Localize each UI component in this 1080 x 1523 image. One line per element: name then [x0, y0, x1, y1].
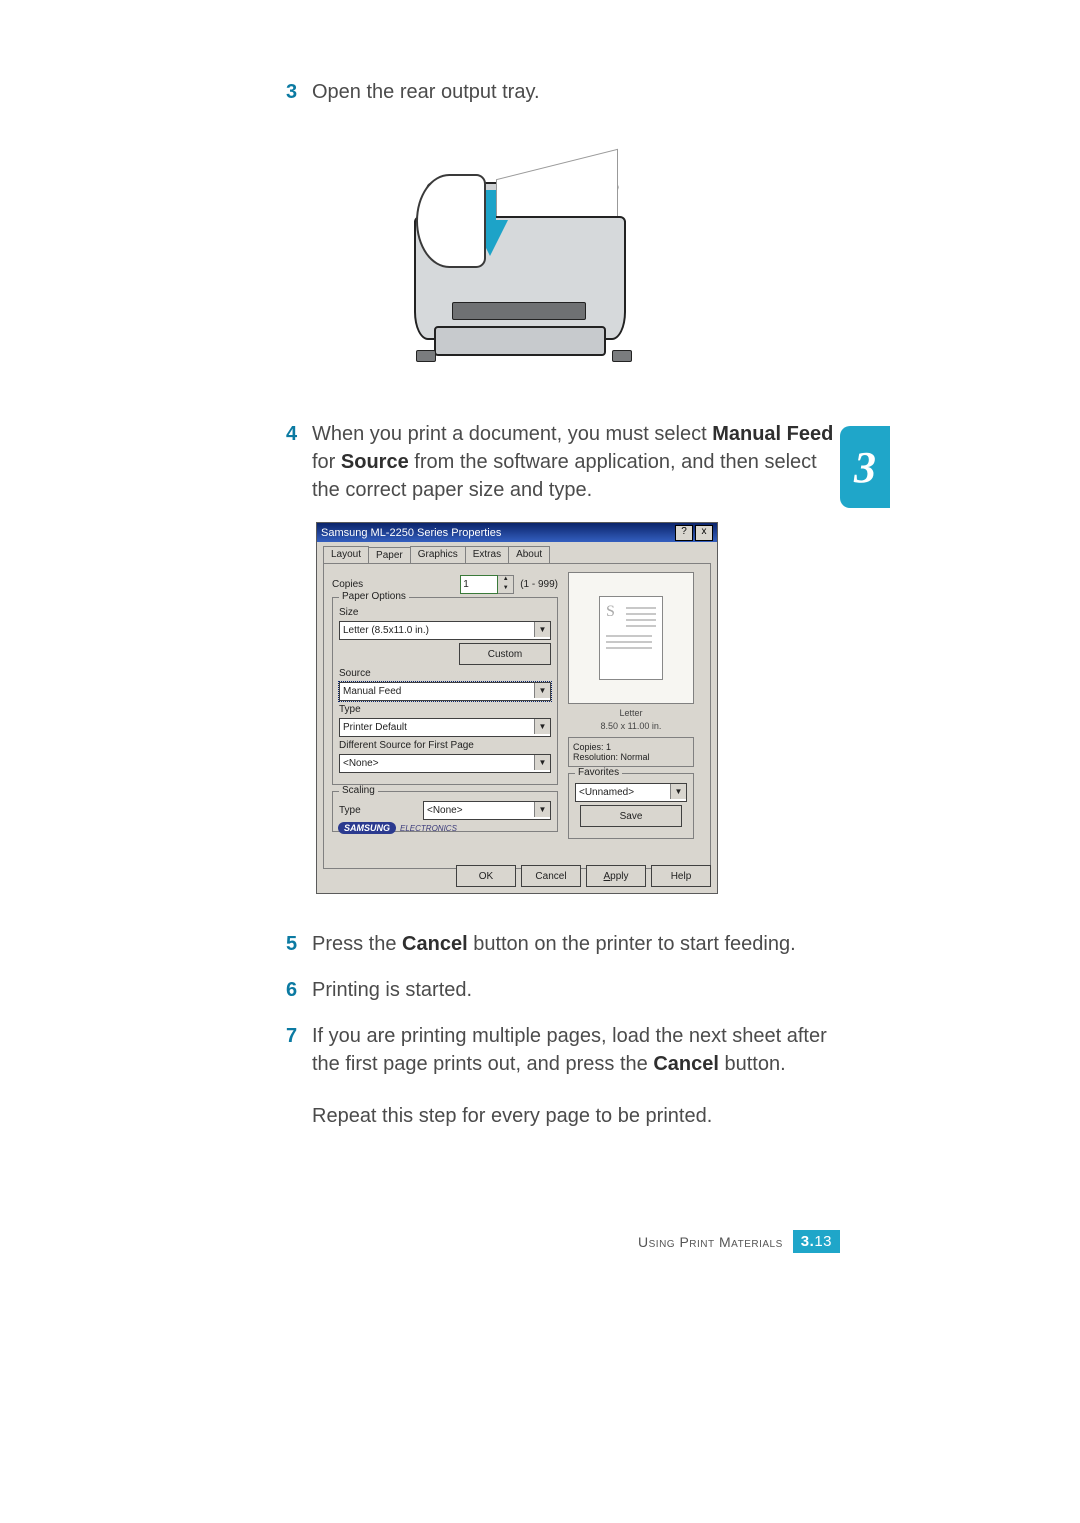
save-button[interactable]: Save — [580, 805, 682, 827]
favorites-group: Favorites <Unnamed>▼ Save — [568, 773, 694, 839]
step-number: 6 — [286, 976, 312, 1004]
diff-source-label: Different Source for First Page — [339, 740, 474, 751]
source-label: Source — [339, 668, 371, 679]
chevron-down-icon[interactable]: ▼ — [534, 683, 550, 698]
chevron-down-icon[interactable]: ▼ — [534, 719, 550, 734]
scaling-type-select[interactable]: <None>▼ — [423, 801, 551, 820]
help-button[interactable]: Help — [651, 865, 711, 887]
copies-stepper[interactable]: ▲▼ — [498, 575, 514, 594]
step-4: 4 When you print a document, you must se… — [286, 420, 836, 504]
page-footer: Using Print Materials 3.13 — [0, 1230, 1080, 1253]
step-number: 4 — [286, 420, 312, 504]
printer-illustration — [376, 124, 656, 384]
scaling-type-label: Type — [339, 805, 383, 816]
chapter-number: 3 — [854, 442, 876, 493]
dialog-title: Samsung ML-2250 Series Properties — [321, 527, 673, 539]
chevron-down-icon[interactable]: ▼ — [534, 755, 550, 770]
dialog-titlebar[interactable]: Samsung ML-2250 Series Properties ? x — [317, 523, 717, 542]
step-number: 7 — [286, 1022, 312, 1130]
type-label: Type — [339, 704, 361, 715]
close-icon[interactable]: x — [695, 525, 713, 541]
apply-button[interactable]: Apply — [586, 865, 646, 887]
tab-panel: Copies 1 ▲▼ (1 - 999) Paper Options Size… — [323, 563, 711, 869]
paper-preview: S — [568, 572, 694, 704]
chevron-down-icon[interactable]: ▼ — [534, 622, 550, 637]
preview-info: Copies: 1 Resolution: Normal — [568, 737, 694, 767]
step-text: If you are printing multiple pages, load… — [312, 1022, 836, 1130]
paper-options-group: Paper Options Size Letter (8.5x11.0 in.)… — [332, 597, 558, 785]
cancel-button[interactable]: Cancel — [521, 865, 581, 887]
step-text: Press the Cancel button on the printer t… — [312, 930, 836, 958]
step-text: When you print a document, you must sele… — [312, 420, 836, 504]
size-select[interactable]: Letter (8.5x11.0 in.)▼ — [339, 621, 551, 640]
diff-source-select[interactable]: <None>▼ — [339, 754, 551, 773]
tab-layout[interactable]: Layout — [323, 546, 369, 563]
help-icon[interactable]: ? — [675, 525, 693, 541]
tab-paper[interactable]: Paper — [368, 547, 411, 564]
chevron-down-icon[interactable]: ▼ — [670, 784, 686, 799]
preview-paper-name: Letter — [568, 707, 694, 720]
type-select[interactable]: Printer Default▼ — [339, 718, 551, 737]
content-column: 3 Open the rear output tray. 4 When you … — [286, 78, 836, 1148]
source-select[interactable]: Manual Feed▼ — [339, 682, 551, 701]
preview-paper-dims: 8.50 x 11.00 in. — [568, 720, 694, 733]
step-number: 5 — [286, 930, 312, 958]
step-text: Printing is started. — [312, 976, 836, 1004]
brand-label: SAMSUNGELECTRONICS — [338, 822, 457, 834]
copies-input[interactable]: 1 — [460, 575, 498, 594]
step-7: 7 If you are printing multiple pages, lo… — [286, 1022, 836, 1130]
copies-range: (1 - 999) — [520, 579, 558, 590]
dialog-tabs: Layout Paper Graphics Extras About — [317, 542, 717, 563]
step-6: 6 Printing is started. — [286, 976, 836, 1004]
page-number-badge: 3.13 — [793, 1230, 840, 1253]
page: { "steps": { "s3": {"num":"3","text":"Op… — [0, 0, 1080, 1523]
size-label: Size — [339, 607, 358, 618]
chapter-tab: 3 — [840, 426, 890, 508]
step-5: 5 Press the Cancel button on the printer… — [286, 930, 836, 958]
step-3: 3 Open the rear output tray. — [286, 78, 836, 106]
favorites-select[interactable]: <Unnamed>▼ — [575, 783, 687, 802]
properties-dialog: Samsung ML-2250 Series Properties ? x La… — [316, 522, 718, 894]
footer-section: Using Print Materials — [638, 1234, 783, 1250]
step-text: Open the rear output tray. — [312, 78, 836, 106]
brand-logo: SAMSUNG — [338, 822, 396, 834]
tab-extras[interactable]: Extras — [465, 546, 509, 563]
dialog-buttons: OK Cancel Apply Help — [323, 865, 711, 887]
tab-about[interactable]: About — [508, 546, 550, 563]
chevron-down-icon[interactable]: ▼ — [534, 802, 550, 817]
step-number: 3 — [286, 78, 312, 106]
ok-button[interactable]: OK — [456, 865, 516, 887]
copies-label: Copies — [332, 579, 376, 590]
custom-button[interactable]: Custom — [459, 643, 551, 665]
tab-graphics[interactable]: Graphics — [410, 546, 466, 563]
